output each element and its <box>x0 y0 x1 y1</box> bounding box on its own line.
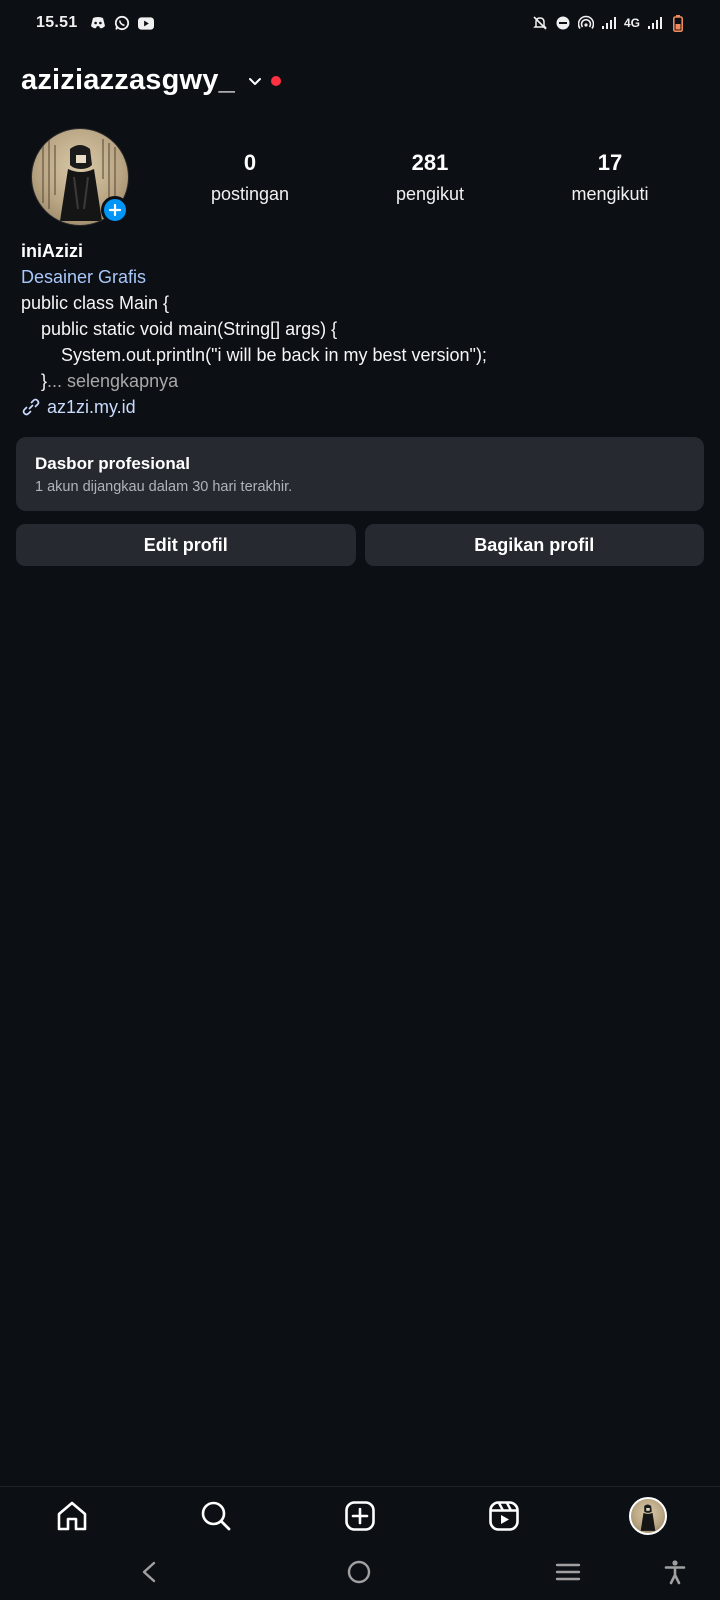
stat-posts[interactable]: 0 postingan <box>160 150 340 205</box>
signal-icon <box>601 15 617 31</box>
accessibility-button[interactable] <box>657 1554 693 1590</box>
home-button[interactable] <box>341 1554 377 1590</box>
profile-bio: iniAzizi Desainer Grafis public class Ma… <box>21 238 701 420</box>
status-notification-icons <box>90 15 154 31</box>
network-type-label: 4G <box>623 16 640 30</box>
professional-dashboard-card[interactable]: Dasbor profesional 1 akun dijangkau dala… <box>16 437 704 511</box>
account-switcher-username[interactable]: aziziazzasgwy_ <box>21 64 235 97</box>
plus-icon <box>108 203 122 217</box>
profile-category: Desainer Grafis <box>21 267 147 287</box>
status-bar: 15.51 4G <box>0 0 720 46</box>
nav-create[interactable] <box>288 1487 432 1545</box>
chevron-left-icon <box>142 1561 156 1583</box>
see-more-link[interactable]: ... selengkapnya <box>47 371 178 391</box>
profile-summary: 0 postingan 281 pengikut 17 mengikuti <box>0 128 720 228</box>
status-system-icons: 4G <box>532 14 686 32</box>
stat-following-value: 17 <box>597 150 623 175</box>
hotspot-icon <box>577 15 594 31</box>
edit-profile-button[interactable]: Edit profil <box>16 524 356 566</box>
profile-avatar-container[interactable] <box>31 128 129 226</box>
stat-following-label: mengikuti <box>571 184 649 204</box>
mute-icon <box>532 15 548 31</box>
whatsapp-icon <box>114 15 130 31</box>
stat-posts-value: 0 <box>243 150 257 175</box>
display-name: iniAzizi <box>21 241 83 261</box>
stat-followers[interactable]: 281 pengikut <box>340 150 520 205</box>
system-navigation-bar <box>0 1544 720 1600</box>
nav-search[interactable] <box>144 1487 288 1545</box>
website-url: az1zi.my.id <box>47 397 136 417</box>
link-icon <box>22 398 40 416</box>
chevron-down-icon[interactable] <box>247 73 263 89</box>
circle-home-icon <box>347 1560 371 1584</box>
menu-lines-icon <box>555 1563 581 1581</box>
notification-dot <box>270 75 281 86</box>
stat-followers-label: pengikut <box>395 184 465 204</box>
nav-home[interactable] <box>0 1487 144 1545</box>
bio-line: public static void main(String[] args) { <box>21 319 338 339</box>
search-icon <box>201 1501 231 1530</box>
profile-action-buttons: Edit profil Bagikan profil <box>16 524 704 566</box>
bottom-navigation <box>0 1486 720 1544</box>
discord-icon <box>90 15 106 31</box>
add-story-button[interactable] <box>101 196 129 224</box>
reels-icon <box>489 1500 519 1531</box>
dashboard-subtitle: 1 akun dijangkau dalam 30 hari terakhir. <box>35 479 293 495</box>
home-icon <box>57 1501 87 1530</box>
bio-last-line: }... selengkapnya <box>21 368 701 394</box>
profile-website-link[interactable]: az1zi.my.id <box>21 394 701 420</box>
recent-apps-button[interactable] <box>550 1554 586 1590</box>
signal-icon <box>647 15 663 31</box>
back-button[interactable] <box>131 1554 167 1590</box>
profile-stats: 0 postingan 281 pengikut 17 mengikuti <box>160 150 700 205</box>
stat-followers-value: 281 <box>411 150 449 175</box>
dnd-icon <box>555 15 571 31</box>
youtube-icon <box>137 15 154 31</box>
status-time: 15.51 <box>36 14 78 31</box>
accessibility-icon <box>664 1560 686 1585</box>
bio-line: public class Main { <box>21 293 170 313</box>
bio-line: System.out.println("i will be back in my… <box>21 345 487 365</box>
nav-profile[interactable] <box>576 1487 720 1545</box>
bio-line: } <box>21 371 48 391</box>
instagram-profile-screen: 15.51 4G aziziazzasgwy_ 0 postingan 281 … <box>0 0 720 1600</box>
profile-header: aziziazzasgwy_ <box>21 64 281 97</box>
dashboard-title: Dasbor profesional <box>35 454 190 473</box>
stat-following[interactable]: 17 mengikuti <box>520 150 700 205</box>
nav-reels[interactable] <box>432 1487 576 1545</box>
create-icon <box>345 1500 375 1531</box>
stat-posts-label: postingan <box>210 184 290 204</box>
battery-icon <box>670 14 686 32</box>
profile-avatar <box>629 1496 667 1535</box>
share-profile-button[interactable]: Bagikan profil <box>364 524 704 566</box>
